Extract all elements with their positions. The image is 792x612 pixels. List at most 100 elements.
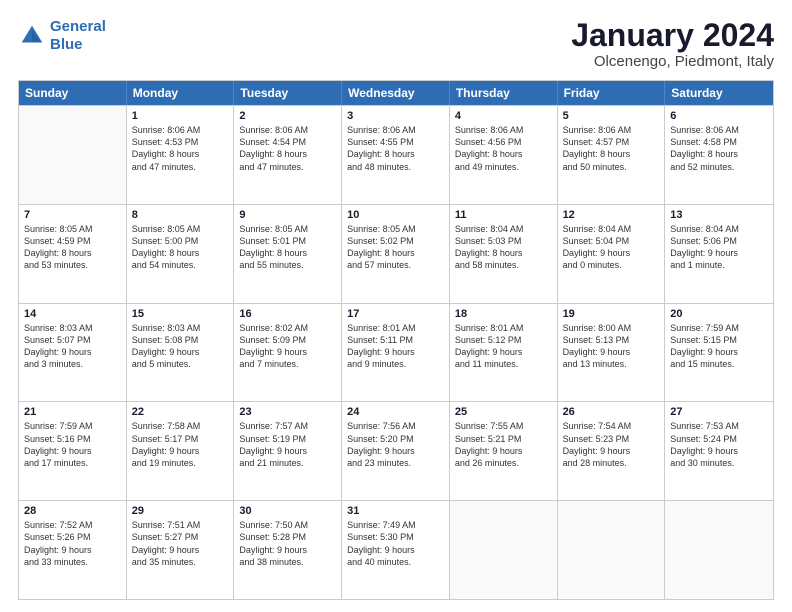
cell-line: and 5 minutes. bbox=[132, 358, 229, 370]
calendar-cell: 8Sunrise: 8:05 AMSunset: 5:00 PMDaylight… bbox=[127, 205, 235, 303]
cell-line: and 17 minutes. bbox=[24, 457, 121, 469]
calendar-cell: 7Sunrise: 8:05 AMSunset: 4:59 PMDaylight… bbox=[19, 205, 127, 303]
cell-line: Sunset: 4:53 PM bbox=[132, 136, 229, 148]
cell-line: Daylight: 9 hours bbox=[347, 544, 444, 556]
cell-line: Daylight: 8 hours bbox=[455, 148, 552, 160]
cell-line: Sunrise: 8:06 AM bbox=[347, 124, 444, 136]
cell-line: Sunrise: 7:54 AM bbox=[563, 420, 660, 432]
logo-icon bbox=[18, 22, 46, 50]
day-number: 13 bbox=[670, 209, 768, 221]
cell-line: Sunset: 5:27 PM bbox=[132, 531, 229, 543]
day-number: 20 bbox=[670, 308, 768, 320]
calendar-cell: 17Sunrise: 8:01 AMSunset: 5:11 PMDayligh… bbox=[342, 304, 450, 402]
cell-line: Sunset: 5:00 PM bbox=[132, 235, 229, 247]
cell-line: and 47 minutes. bbox=[132, 161, 229, 173]
cell-line: Sunset: 5:30 PM bbox=[347, 531, 444, 543]
calendar-cell bbox=[19, 106, 127, 204]
cell-line: Sunset: 5:26 PM bbox=[24, 531, 121, 543]
cell-line: Sunset: 5:03 PM bbox=[455, 235, 552, 247]
cell-line: Daylight: 9 hours bbox=[24, 544, 121, 556]
cell-line: Daylight: 9 hours bbox=[24, 346, 121, 358]
cell-line: Daylight: 9 hours bbox=[132, 346, 229, 358]
cell-line: Sunset: 5:04 PM bbox=[563, 235, 660, 247]
calendar-header-day: Thursday bbox=[450, 81, 558, 105]
cell-line: Sunset: 5:21 PM bbox=[455, 433, 552, 445]
calendar-cell: 26Sunrise: 7:54 AMSunset: 5:23 PMDayligh… bbox=[558, 402, 666, 500]
cell-line: and 40 minutes. bbox=[347, 556, 444, 568]
cell-line: Sunrise: 8:04 AM bbox=[670, 223, 768, 235]
cell-line: and 57 minutes. bbox=[347, 259, 444, 271]
calendar-header-day: Monday bbox=[127, 81, 235, 105]
cell-line: Sunset: 5:19 PM bbox=[239, 433, 336, 445]
calendar-cell: 21Sunrise: 7:59 AMSunset: 5:16 PMDayligh… bbox=[19, 402, 127, 500]
day-number: 28 bbox=[24, 505, 121, 517]
cell-line: Daylight: 8 hours bbox=[24, 247, 121, 259]
day-number: 14 bbox=[24, 308, 121, 320]
cell-line: Sunset: 4:56 PM bbox=[455, 136, 552, 148]
cell-line: Sunrise: 8:05 AM bbox=[132, 223, 229, 235]
day-number: 27 bbox=[670, 406, 768, 418]
cell-line: and 19 minutes. bbox=[132, 457, 229, 469]
cell-line: Sunset: 4:58 PM bbox=[670, 136, 768, 148]
calendar-cell: 12Sunrise: 8:04 AMSunset: 5:04 PMDayligh… bbox=[558, 205, 666, 303]
cell-line: Sunrise: 8:05 AM bbox=[347, 223, 444, 235]
cell-line: Sunrise: 7:56 AM bbox=[347, 420, 444, 432]
day-number: 1 bbox=[132, 110, 229, 122]
calendar-cell: 19Sunrise: 8:00 AMSunset: 5:13 PMDayligh… bbox=[558, 304, 666, 402]
cell-line: Sunset: 5:15 PM bbox=[670, 334, 768, 346]
calendar-cell: 31Sunrise: 7:49 AMSunset: 5:30 PMDayligh… bbox=[342, 501, 450, 599]
cell-line: and 0 minutes. bbox=[563, 259, 660, 271]
cell-line: Sunset: 4:57 PM bbox=[563, 136, 660, 148]
cell-line: Sunrise: 7:52 AM bbox=[24, 519, 121, 531]
cell-line: and 49 minutes. bbox=[455, 161, 552, 173]
calendar-cell: 15Sunrise: 8:03 AMSunset: 5:08 PMDayligh… bbox=[127, 304, 235, 402]
calendar-cell: 29Sunrise: 7:51 AMSunset: 5:27 PMDayligh… bbox=[127, 501, 235, 599]
calendar-row: 21Sunrise: 7:59 AMSunset: 5:16 PMDayligh… bbox=[19, 401, 773, 500]
calendar-cell: 10Sunrise: 8:05 AMSunset: 5:02 PMDayligh… bbox=[342, 205, 450, 303]
cell-line: Daylight: 9 hours bbox=[563, 445, 660, 457]
cell-line: Sunrise: 8:05 AM bbox=[239, 223, 336, 235]
cell-line: Sunrise: 8:02 AM bbox=[239, 322, 336, 334]
calendar-cell: 6Sunrise: 8:06 AMSunset: 4:58 PMDaylight… bbox=[665, 106, 773, 204]
cell-line: Sunrise: 8:06 AM bbox=[132, 124, 229, 136]
cell-line: and 33 minutes. bbox=[24, 556, 121, 568]
day-number: 2 bbox=[239, 110, 336, 122]
cell-line: Sunset: 4:54 PM bbox=[239, 136, 336, 148]
day-number: 24 bbox=[347, 406, 444, 418]
cell-line: and 54 minutes. bbox=[132, 259, 229, 271]
logo: General Blue bbox=[18, 18, 106, 54]
header: General Blue January 2024 Olcenengo, Pie… bbox=[18, 18, 774, 70]
calendar-cell: 30Sunrise: 7:50 AMSunset: 5:28 PMDayligh… bbox=[234, 501, 342, 599]
subtitle: Olcenengo, Piedmont, Italy bbox=[571, 53, 774, 70]
cell-line: Sunrise: 7:53 AM bbox=[670, 420, 768, 432]
cell-line: Sunset: 5:17 PM bbox=[132, 433, 229, 445]
calendar-row: 1Sunrise: 8:06 AMSunset: 4:53 PMDaylight… bbox=[19, 105, 773, 204]
calendar-cell: 23Sunrise: 7:57 AMSunset: 5:19 PMDayligh… bbox=[234, 402, 342, 500]
cell-line: Sunset: 5:07 PM bbox=[24, 334, 121, 346]
calendar-body: 1Sunrise: 8:06 AMSunset: 4:53 PMDaylight… bbox=[19, 105, 773, 599]
title-block: January 2024 Olcenengo, Piedmont, Italy bbox=[571, 18, 774, 70]
cell-line: Sunrise: 7:59 AM bbox=[670, 322, 768, 334]
cell-line: Sunrise: 8:04 AM bbox=[563, 223, 660, 235]
calendar-cell: 1Sunrise: 8:06 AMSunset: 4:53 PMDaylight… bbox=[127, 106, 235, 204]
cell-line: and 55 minutes. bbox=[239, 259, 336, 271]
cell-line: Sunrise: 8:00 AM bbox=[563, 322, 660, 334]
day-number: 23 bbox=[239, 406, 336, 418]
cell-line: Daylight: 8 hours bbox=[563, 148, 660, 160]
cell-line: Daylight: 9 hours bbox=[347, 346, 444, 358]
day-number: 5 bbox=[563, 110, 660, 122]
cell-line: Daylight: 9 hours bbox=[132, 544, 229, 556]
day-number: 18 bbox=[455, 308, 552, 320]
cell-line: Daylight: 9 hours bbox=[132, 445, 229, 457]
cell-line: and 52 minutes. bbox=[670, 161, 768, 173]
calendar-cell bbox=[665, 501, 773, 599]
calendar-header-day: Saturday bbox=[665, 81, 773, 105]
cell-line: and 9 minutes. bbox=[347, 358, 444, 370]
day-number: 30 bbox=[239, 505, 336, 517]
cell-line: Sunrise: 8:06 AM bbox=[239, 124, 336, 136]
cell-line: and 23 minutes. bbox=[347, 457, 444, 469]
day-number: 29 bbox=[132, 505, 229, 517]
cell-line: and 30 minutes. bbox=[670, 457, 768, 469]
calendar-cell: 18Sunrise: 8:01 AMSunset: 5:12 PMDayligh… bbox=[450, 304, 558, 402]
cell-line: Sunrise: 8:01 AM bbox=[455, 322, 552, 334]
